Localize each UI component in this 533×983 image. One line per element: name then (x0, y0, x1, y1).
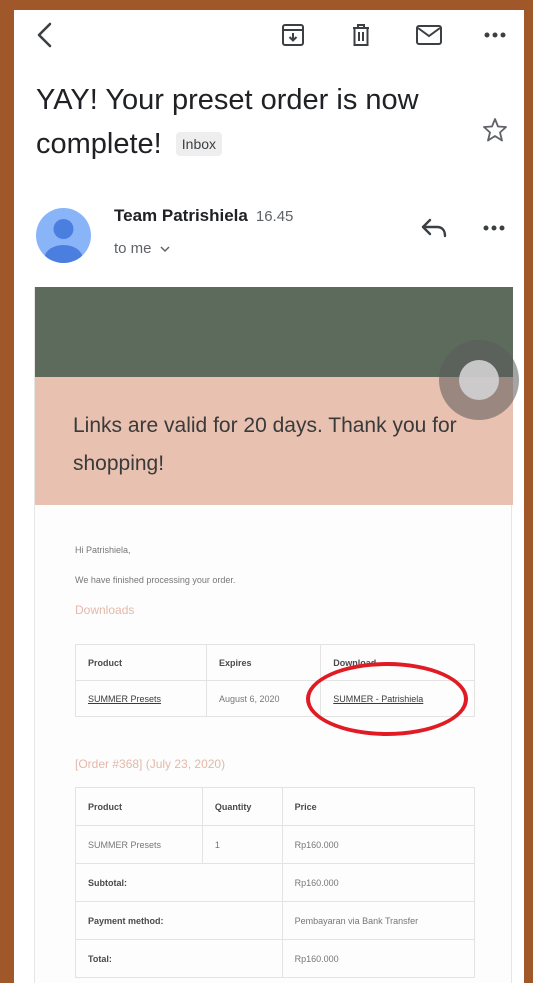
assistive-touch-button[interactable] (439, 340, 519, 420)
payment-row: Payment method: Pembayaran via Bank Tran… (75, 901, 476, 940)
product-cell: SUMMER Presets (75, 825, 203, 864)
table-header-row: Product Quantity Price (75, 787, 476, 826)
star-button[interactable] (481, 116, 509, 144)
subtotal-label: Subtotal: (75, 863, 283, 902)
total-value: Rp160.000 (281, 939, 476, 978)
phone-screen: YAY! Your preset order is now complete! … (14, 10, 524, 983)
total-row: Total: Rp160.000 (75, 939, 476, 978)
order-table: Product Quantity Price SUMMER Presets 1 … (75, 787, 476, 978)
intro-text: We have finished processing your order. (75, 575, 236, 585)
more-icon (484, 32, 506, 38)
header-product: Product (75, 644, 207, 681)
inbox-label[interactable]: Inbox (175, 132, 223, 156)
recipient-details-toggle[interactable]: to me (114, 240, 170, 257)
downloads-heading: Downloads (75, 603, 135, 617)
reply-icon (421, 218, 447, 238)
message-more-button[interactable] (478, 212, 510, 244)
sender-avatar[interactable] (36, 208, 91, 263)
quantity-cell: 1 (201, 825, 283, 864)
price-cell: Rp160.000 (281, 825, 476, 864)
product-cell: SUMMER Presets (75, 680, 207, 717)
top-toolbar (14, 10, 524, 58)
header-product: Product (75, 787, 203, 826)
delete-button[interactable] (344, 18, 378, 52)
subtotal-row: Subtotal: Rp160.000 (75, 863, 476, 902)
subject-text: YAY! Your preset order is now complete! (36, 84, 419, 160)
sender-name[interactable]: Team Patrishiela (114, 206, 248, 225)
assistive-touch-inner (459, 360, 499, 400)
person-icon (44, 219, 83, 263)
header-price: Price (281, 787, 476, 826)
archive-icon (282, 24, 304, 46)
expires-cell: August 6, 2020 (205, 680, 322, 717)
back-button[interactable] (28, 18, 62, 52)
message-time: 16.45 (255, 208, 294, 225)
header-quantity: Quantity (201, 787, 283, 826)
red-circle-annotation (306, 662, 468, 736)
hero-text: Links are valid for 20 days. Thank you f… (73, 414, 457, 475)
subtotal-value: Rp160.000 (281, 863, 476, 902)
archive-button[interactable] (276, 18, 310, 52)
total-label: Total: (75, 939, 283, 978)
delete-icon (353, 24, 369, 46)
sender-line: Team Patrishiela 16.45 (114, 206, 293, 226)
product-link[interactable]: SUMMER Presets (88, 694, 161, 704)
more-icon (483, 225, 505, 231)
order-heading: [Order #368] (July 23, 2020) (75, 757, 226, 771)
email-subject: YAY! Your preset order is now complete! … (36, 78, 456, 166)
more-options-button[interactable] (478, 18, 512, 52)
mark-unread-button[interactable] (412, 18, 446, 52)
greeting-text: Hi Patrishiela, (75, 545, 131, 555)
reply-button[interactable] (418, 212, 450, 244)
payment-value: Pembayaran via Bank Transfer (281, 901, 476, 940)
mail-icon (416, 25, 442, 45)
header-expires: Expires (205, 644, 322, 681)
recipient-text: to me (114, 240, 152, 257)
back-arrow-icon (37, 22, 52, 48)
chevron-down-icon (160, 246, 170, 253)
star-icon (483, 118, 507, 142)
table-row: SUMMER Presets 1 Rp160.000 (75, 825, 476, 864)
email-hero: Links are valid for 20 days. Thank you f… (35, 377, 513, 505)
payment-label: Payment method: (75, 901, 283, 940)
